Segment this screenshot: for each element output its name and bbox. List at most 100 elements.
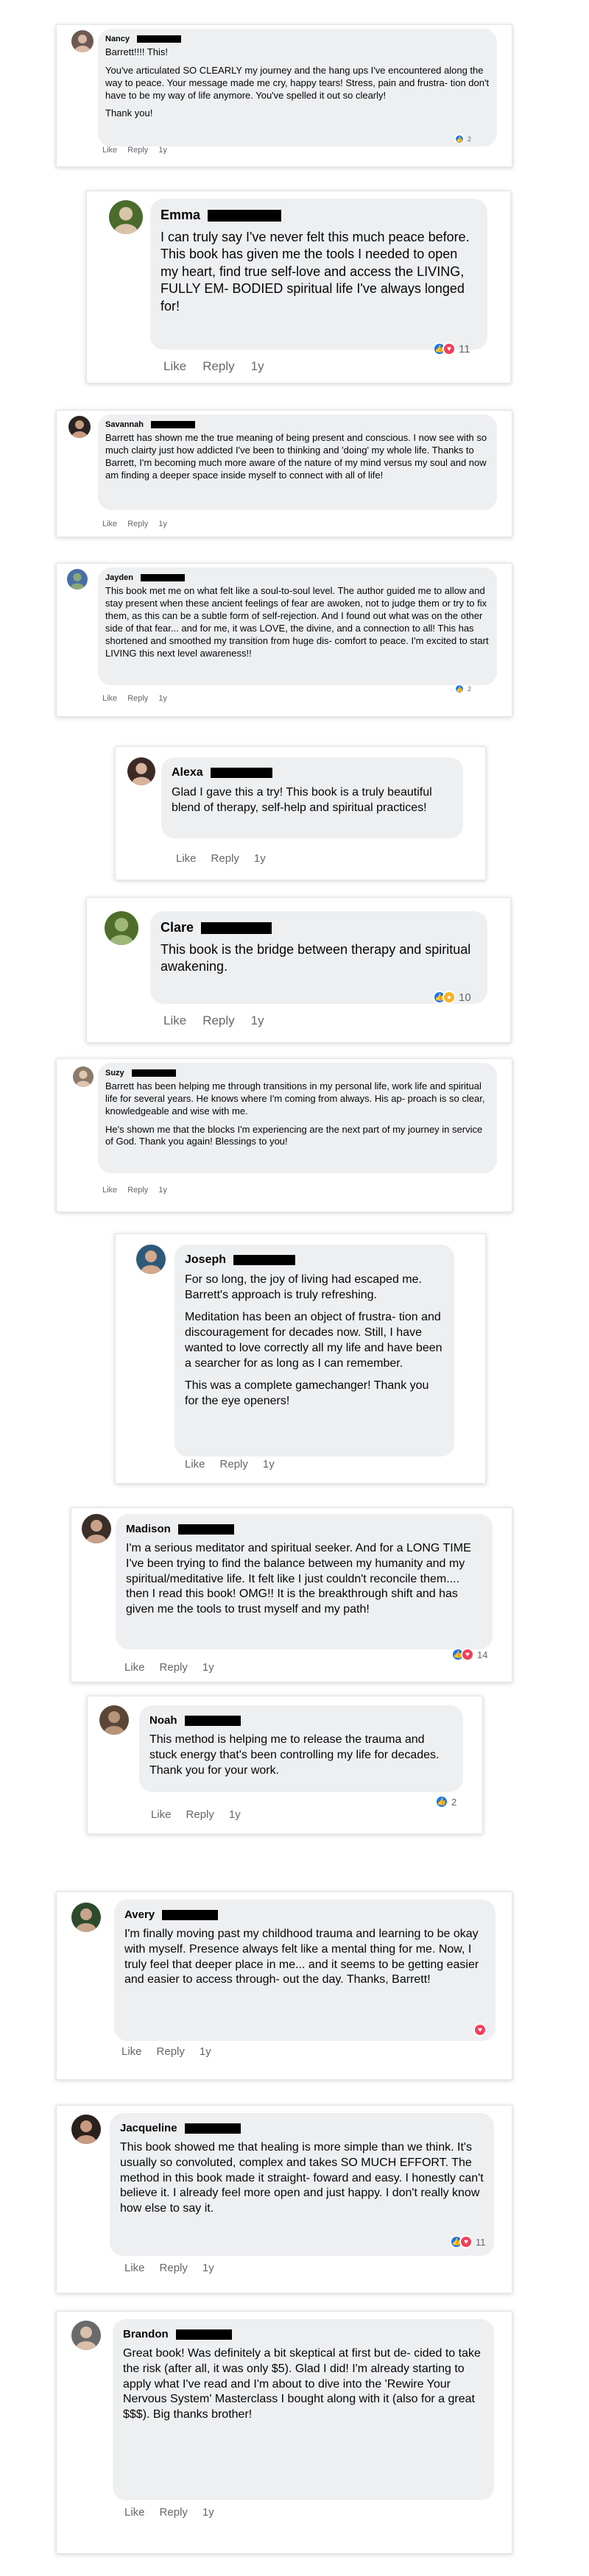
comment-actions: Like Reply 1y xyxy=(124,2262,214,2274)
like-button[interactable]: Like xyxy=(124,2262,145,2274)
comment-timestamp[interactable]: 1y xyxy=(158,146,167,155)
comment-card: Noah This method is helping me to release… xyxy=(87,1696,483,1834)
avatar[interactable] xyxy=(71,30,94,52)
commenter-name[interactable]: Brandon xyxy=(123,2328,169,2340)
avatar[interactable] xyxy=(105,911,138,945)
comment-paragraph: I can truly say I've never felt this muc… xyxy=(161,230,470,314)
comment-timestamp[interactable]: 1y xyxy=(202,2506,214,2519)
comment-card: Nancy Barrett!!!! This! You've articulated… xyxy=(56,24,512,167)
reply-button[interactable]: Reply xyxy=(202,1013,234,1028)
comment-timestamp[interactable]: 1y xyxy=(202,1661,214,1674)
like-button[interactable]: Like xyxy=(151,1808,172,1821)
reply-button[interactable]: Reply xyxy=(127,694,148,703)
commenter-name[interactable]: Avery xyxy=(124,1908,155,1921)
like-button[interactable]: Like xyxy=(121,2045,142,2058)
like-button[interactable]: Like xyxy=(163,1013,186,1028)
commenter-name[interactable]: Emma xyxy=(161,208,200,223)
avatar[interactable] xyxy=(71,2321,101,2350)
reply-button[interactable]: Reply xyxy=(127,1186,148,1195)
avatar[interactable] xyxy=(68,416,91,438)
comment-card: Clare This book is the bridge between the… xyxy=(86,897,511,1043)
comment-timestamp[interactable]: 1y xyxy=(158,1186,167,1195)
reply-button[interactable]: Reply xyxy=(202,359,234,374)
comment-card: Savannah Barrett has shown me the true me… xyxy=(56,410,512,537)
commenter-name[interactable]: Madison xyxy=(126,1523,171,1535)
commenter-name[interactable]: Alexa xyxy=(172,766,203,779)
comment-actions: Like Reply 1y xyxy=(102,520,167,528)
love-icon: ♥ xyxy=(461,1648,474,1661)
reaction-summary[interactable]: 👍 2 xyxy=(454,134,471,144)
avatar[interactable] xyxy=(82,1514,111,1543)
reaction-summary[interactable]: 👍 ♥ 11 xyxy=(450,2235,486,2248)
reply-button[interactable]: Reply xyxy=(211,852,239,865)
commenter-name[interactable]: Clare xyxy=(161,920,194,935)
like-button[interactable]: Like xyxy=(102,694,117,703)
avatar[interactable] xyxy=(109,200,143,234)
like-button[interactable]: Like xyxy=(176,852,197,865)
comment-bubble: Savannah Barrett has shown me the true me… xyxy=(98,414,497,510)
reaction-count: 11 xyxy=(476,2236,486,2248)
comment-text: Great book! Was definitely a bit skeptic… xyxy=(123,2346,484,2423)
commenter-name[interactable]: Nancy xyxy=(105,35,130,43)
commenter-name[interactable]: Noah xyxy=(149,1714,177,1727)
comment-timestamp[interactable]: 1y xyxy=(229,1808,241,1821)
reaction-summary[interactable]: ♥ xyxy=(473,2023,490,2037)
reaction-summary[interactable]: 👍 ♥ 14 xyxy=(451,1648,487,1661)
reply-button[interactable]: Reply xyxy=(186,1808,214,1821)
reaction-summary[interactable]: 👍 2 xyxy=(435,1795,456,1808)
reply-button[interactable]: Reply xyxy=(160,1661,188,1674)
reply-button[interactable]: Reply xyxy=(127,146,148,155)
commenter-name[interactable]: Suzy xyxy=(105,1069,124,1078)
reply-button[interactable]: Reply xyxy=(220,1458,248,1471)
commenter-name[interactable]: Jacqueline xyxy=(120,2122,177,2134)
comment-timestamp[interactable]: 1y xyxy=(254,852,266,865)
reply-button[interactable]: Reply xyxy=(160,2506,188,2519)
reaction-summary[interactable]: 👍 ♥ 11 xyxy=(433,342,470,355)
comment-bubble: Joseph For so long, the joy of living had… xyxy=(174,1245,454,1457)
reaction-summary[interactable]: 👍 ● 10 xyxy=(433,991,471,1004)
reply-button[interactable]: Reply xyxy=(127,520,148,528)
comment-paragraph: This book met me on what felt like a sou… xyxy=(105,585,489,659)
like-button[interactable]: Like xyxy=(124,1661,145,1674)
comment-header: Joseph xyxy=(185,1253,444,1267)
avatar[interactable] xyxy=(71,2115,101,2144)
redacted-surname xyxy=(150,421,195,428)
avatar[interactable] xyxy=(71,1903,101,1932)
comment-timestamp[interactable]: 1y xyxy=(158,694,167,703)
comment-actions: Like Reply 1y xyxy=(102,694,167,703)
avatar[interactable] xyxy=(127,757,155,785)
commenter-name[interactable]: Joseph xyxy=(185,1253,226,1267)
avatar[interactable] xyxy=(73,1066,94,1087)
comment-text: Barrett has shown me the true meaning of… xyxy=(105,432,490,482)
comment-header: Alexa xyxy=(172,766,453,779)
comment-card: Alexa Glad I gave this a try! This book i… xyxy=(115,746,486,880)
comment-timestamp[interactable]: 1y xyxy=(263,1458,275,1471)
reply-button[interactable]: Reply xyxy=(160,2262,188,2274)
avatar[interactable] xyxy=(67,569,88,590)
comment-bubble: Madison I'm a serious meditator and spiri… xyxy=(116,1514,493,1649)
comment-paragraph: This book is the bridge between therapy … xyxy=(161,942,471,974)
comment-timestamp[interactable]: 1y xyxy=(200,2045,211,2058)
comment-card: Brandon Great book! Was definitely a bit … xyxy=(56,2311,512,2554)
comment-timestamp[interactable]: 1y xyxy=(202,2262,214,2274)
commenter-name[interactable]: Savannah xyxy=(105,420,144,429)
comment-timestamp[interactable]: 1y xyxy=(251,1013,264,1028)
comment-timestamp[interactable]: 1y xyxy=(158,520,167,528)
comment-card: Suzy Barrett has been helping me through … xyxy=(56,1058,512,1212)
comment-card: Jayden This book met me on what felt like… xyxy=(56,563,512,717)
reaction-count: 11 xyxy=(459,342,470,355)
like-button[interactable]: Like xyxy=(102,520,117,528)
avatar[interactable] xyxy=(99,1705,129,1735)
like-button[interactable]: Like xyxy=(102,146,117,155)
comment-bubble: Suzy Barrett has been helping me through … xyxy=(98,1063,497,1173)
reaction-summary[interactable]: 👍 2 xyxy=(454,684,471,694)
commenter-name[interactable]: Jayden xyxy=(105,573,133,582)
like-button[interactable]: Like xyxy=(102,1186,117,1195)
like-button[interactable]: Like xyxy=(185,1458,205,1471)
like-button[interactable]: Like xyxy=(163,359,186,374)
comment-timestamp[interactable]: 1y xyxy=(251,359,264,374)
comment-text: Barrett has been helping me through tran… xyxy=(105,1080,490,1148)
avatar[interactable] xyxy=(136,1245,166,1274)
reply-button[interactable]: Reply xyxy=(157,2045,185,2058)
like-button[interactable]: Like xyxy=(124,2506,145,2519)
